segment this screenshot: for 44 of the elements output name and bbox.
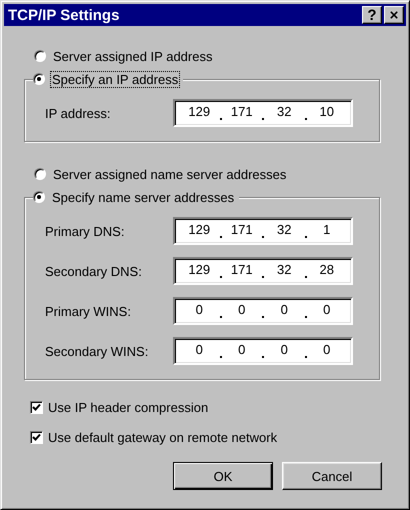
ip-address-field[interactable]: 129 171 32 1 [173, 217, 353, 245]
octet-separator [304, 236, 306, 238]
checkbox-label[interactable]: Use IP header compression [48, 400, 208, 414]
radio-label[interactable]: Server assigned IP address [51, 48, 214, 64]
dialog-button[interactable]: Cancel [282, 462, 382, 490]
help-button[interactable]: ? [362, 6, 382, 24]
checkbox[interactable] [30, 400, 43, 414]
octet-separator [304, 118, 306, 120]
checkbox-label[interactable]: Use default gateway on remote network [48, 430, 278, 444]
radio-label[interactable]: Specify an IP address [50, 70, 180, 88]
radio-label[interactable]: Specify name server addresses [50, 188, 236, 206]
field-label: Primary WINS: [45, 304, 132, 318]
ip-address-field[interactable]: 129 171 32 10 [173, 99, 353, 127]
octet-separator [304, 276, 306, 278]
octet-separator [262, 236, 264, 238]
field-label: Secondary WINS: [45, 344, 150, 358]
ip-address-field[interactable]: 129 171 32 28 [173, 257, 353, 285]
field-label: IP address: [45, 106, 112, 120]
radio-button[interactable] [34, 50, 46, 62]
field-label: Secondary DNS: [45, 264, 143, 278]
checkmark-icon [32, 432, 41, 442]
octet-separator [262, 276, 264, 278]
checkmark-icon [32, 402, 41, 412]
octet-separator [220, 276, 222, 278]
radio-button[interactable] [33, 73, 45, 85]
octet-separator [262, 118, 264, 120]
octet-separator [304, 316, 306, 318]
checkbox[interactable] [30, 430, 43, 444]
octet-separator [220, 356, 222, 358]
ip-address-field[interactable]: 0 0 0 0 [173, 297, 353, 325]
radio-label[interactable]: Server assigned name server addresses [51, 166, 288, 182]
octet-separator [220, 236, 222, 238]
dialog-button[interactable]: OK [173, 462, 273, 490]
radio-button[interactable] [33, 191, 45, 203]
field-label: Primary DNS: [45, 224, 126, 238]
octet-separator [262, 316, 264, 318]
ip-address-field[interactable]: 0 0 0 0 [173, 337, 353, 365]
octet-separator [304, 356, 306, 358]
octet-separator [220, 118, 222, 120]
radio-button[interactable] [34, 168, 46, 180]
window-title: TCP/IP Settings [8, 6, 120, 24]
octet-separator [220, 316, 222, 318]
close-button[interactable]: × [384, 6, 404, 24]
octet-separator [262, 356, 264, 358]
